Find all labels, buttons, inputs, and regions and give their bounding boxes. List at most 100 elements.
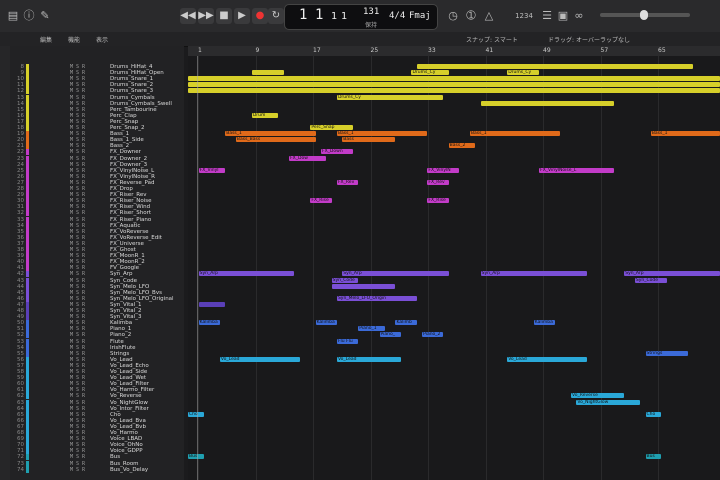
mute-solo-record-buttons[interactable]: M S R	[70, 137, 85, 143]
mute-solo-record-buttons[interactable]: M S R	[70, 400, 85, 406]
track-header[interactable]: 14 M S R Drums_Cymbals_Swell	[10, 100, 184, 107]
track-name[interactable]: Drums_Cymbals_Swell	[110, 101, 172, 107]
track-name[interactable]: FX_VinylNoise_L	[110, 168, 154, 174]
track-header[interactable]: 17 M S R Perc_Snap	[10, 118, 184, 125]
mute-solo-record-buttons[interactable]: M S R	[70, 64, 85, 70]
mute-solo-record-buttons[interactable]: M S R	[70, 131, 85, 137]
region[interactable]: Syn_Arp	[342, 271, 449, 277]
region[interactable]: Syn_Arp	[624, 271, 720, 277]
track-name[interactable]: FX_MoonR_1	[110, 253, 145, 259]
track-header[interactable]: 46 M S R Syn_Melo_LFO_Original	[10, 295, 184, 302]
track-header[interactable]: 47 M S R Syn_Vital_1	[10, 301, 184, 308]
track-header[interactable]: 55 M S R Strings	[10, 350, 184, 357]
mute-solo-record-buttons[interactable]: M S R	[70, 192, 85, 198]
mute-solo-record-buttons[interactable]: M S R	[70, 418, 85, 424]
track-name[interactable]: Vo_Harmo_Filter	[110, 387, 154, 393]
mute-solo-record-buttons[interactable]: M S R	[70, 253, 85, 259]
mute-solo-record-buttons[interactable]: M S R	[70, 107, 85, 113]
mute-solo-record-buttons[interactable]: M S R	[70, 217, 85, 223]
region[interactable]: FX_Rev	[336, 179, 359, 185]
mute-solo-record-buttons[interactable]: M S R	[70, 223, 85, 229]
mute-solo-record-buttons[interactable]: M S R	[70, 345, 85, 351]
track-name[interactable]: Syn_Vital_3	[110, 314, 141, 320]
track-name[interactable]: FX_Downer_3	[110, 162, 147, 168]
track-name[interactable]: FX_Downer	[110, 149, 141, 155]
track-name[interactable]: Vo_Lead_Bva	[110, 418, 146, 424]
track-name[interactable]: FX_Downer_2	[110, 156, 147, 162]
track-name[interactable]: Drums_Cymbals	[110, 95, 155, 101]
mute-solo-record-buttons[interactable]: M S R	[70, 156, 85, 162]
track-name[interactable]: FX_Aquatic	[110, 223, 140, 229]
play-button[interactable]: ▶	[234, 8, 250, 24]
region[interactable]: Bus	[645, 454, 662, 460]
track-name[interactable]: FX_VoReverse	[110, 229, 149, 235]
region[interactable]: Piano_	[379, 332, 401, 338]
mute-solo-record-buttons[interactable]: M S R	[70, 448, 85, 454]
track-name[interactable]: Perc_Tambourine	[110, 107, 157, 113]
track-header[interactable]: 43 M S R Syn_Code	[10, 277, 184, 284]
region[interactable]: Bass_Bass	[235, 137, 316, 143]
region[interactable]: Syn_Arp	[198, 271, 295, 277]
track-name[interactable]: Voice_GDPP	[110, 448, 143, 454]
mute-solo-record-buttons[interactable]: M S R	[70, 351, 85, 357]
mute-solo-record-buttons[interactable]: M S R	[70, 125, 85, 131]
track-header[interactable]: 18 M S R Perc_Snap_2	[10, 125, 184, 131]
track-header[interactable]: 59 M S R Vo_Lead_Wet	[10, 375, 184, 382]
region[interactable]: FX_Rev	[427, 179, 449, 185]
mute-solo-record-buttons[interactable]: M S R	[70, 88, 85, 94]
track-header[interactable]: 35 M S R FX_VoReverse	[10, 228, 184, 235]
track-header[interactable]: 74 M S R Bus_Vo_Delay	[10, 466, 184, 473]
track-header[interactable]: 25 M S R FX_VinylNoise_L	[10, 167, 184, 174]
mute-solo-record-buttons[interactable]: M S R	[70, 467, 85, 473]
track-name[interactable]: Drums_Snare_3	[110, 88, 153, 94]
mute-solo-record-buttons[interactable]: M S R	[70, 332, 85, 338]
track-name[interactable]: Syn_Melo_LFO_Bvs	[110, 290, 162, 296]
track-header[interactable]: 64 M S R Vo_Intor_Filter	[10, 405, 184, 412]
track-name[interactable]: Perc_Clap	[110, 113, 137, 119]
mute-solo-record-buttons[interactable]: M S R	[70, 296, 85, 302]
tuner-icon[interactable]: ◷	[446, 9, 460, 23]
track-name[interactable]: Voice_OhNo	[110, 442, 143, 448]
region[interactable]: Drums_Cy	[411, 70, 449, 76]
mute-solo-record-buttons[interactable]: M S R	[70, 265, 85, 271]
track-header[interactable]: 26 M S R FX_VinylNoise_R	[10, 173, 184, 180]
mute-solo-record-buttons[interactable]: M S R	[70, 369, 85, 375]
mute-solo-record-buttons[interactable]: M S R	[70, 320, 85, 326]
track-header[interactable]: 68 M S R Vo_Harmo	[10, 430, 184, 436]
track-header[interactable]: 15 M S R Perc_Tambourine	[10, 106, 184, 113]
mute-solo-record-buttons[interactable]: M S R	[70, 284, 85, 290]
track-header[interactable]: 38 M S R FX_Ghost	[10, 247, 184, 253]
track-name[interactable]: Syn_Vital_1	[110, 302, 141, 308]
track-name[interactable]: Perc_Snap_2	[110, 125, 145, 131]
mute-solo-record-buttons[interactable]: M S R	[70, 180, 85, 186]
region[interactable]: Strings	[645, 350, 689, 356]
mute-solo-record-buttons[interactable]: M S R	[70, 357, 85, 363]
track-name[interactable]: FX_Riser_Noise	[110, 198, 152, 204]
track-header[interactable]: 65 M S R Cho	[10, 411, 184, 418]
mute-solo-record-buttons[interactable]: M S R	[70, 113, 85, 119]
mute-solo-record-buttons[interactable]: M S R	[70, 119, 85, 125]
mute-solo-record-buttons[interactable]: M S R	[70, 363, 85, 369]
mute-solo-record-buttons[interactable]: M S R	[70, 143, 85, 149]
region[interactable]: FX_Dow	[289, 155, 327, 161]
region[interactable]	[416, 64, 694, 69]
track-name[interactable]: Bass_2	[110, 143, 129, 149]
track-name[interactable]: Bass_1_Side	[110, 137, 144, 143]
track-name[interactable]: FX_Riser_Wind	[110, 204, 150, 210]
region[interactable]: FX_Rise	[310, 198, 332, 204]
track-header[interactable]: 13 M S R Drums_Cymbals	[10, 94, 184, 101]
track-name[interactable]: FX_Reverse_Pad	[110, 180, 154, 186]
region[interactable]	[331, 283, 396, 289]
track-name[interactable]: Voice_LBAD	[110, 436, 142, 442]
mute-solo-record-buttons[interactable]: M S R	[70, 308, 85, 314]
view-menu[interactable]: 表示	[96, 35, 108, 44]
drag-select[interactable]: オーバーラップなし	[576, 35, 630, 44]
track-name[interactable]: Piano_2	[110, 332, 131, 338]
region[interactable]: FX_Down	[321, 149, 353, 155]
mute-solo-record-buttons[interactable]: M S R	[70, 186, 85, 192]
region[interactable]: Drums_Cy	[507, 70, 540, 76]
track-header[interactable]: 67 M S R Vo_Lead_Bvb	[10, 423, 184, 430]
mute-solo-record-buttons[interactable]: M S R	[70, 406, 85, 412]
mute-solo-record-buttons[interactable]: M S R	[70, 290, 85, 296]
track-header[interactable]: 20 M S R Bass_1_Side	[10, 137, 184, 144]
